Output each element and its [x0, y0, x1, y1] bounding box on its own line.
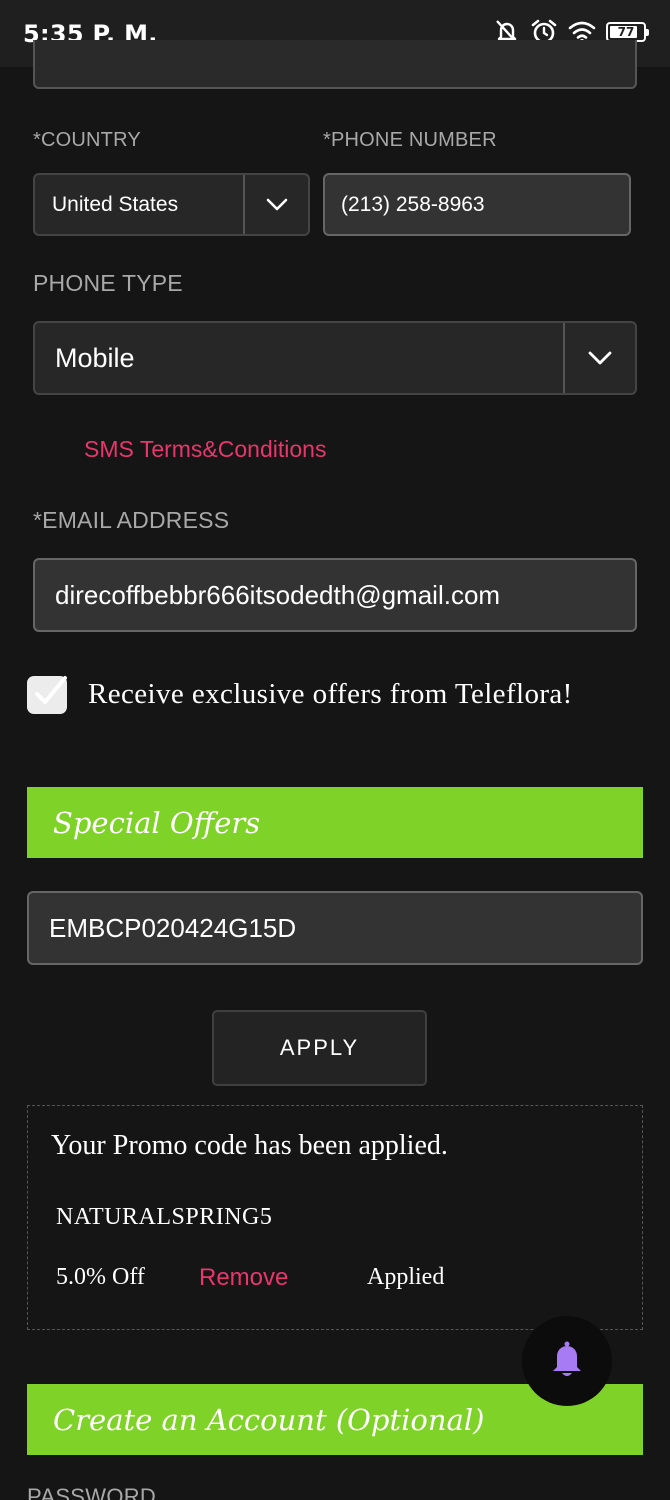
promo-discount: 5.0% Off [56, 1264, 145, 1290]
special-offers-title: Special Offers [53, 805, 261, 840]
battery-icon: 77 [606, 22, 649, 42]
phone-number-input[interactable]: (213) 258-8963 [323, 173, 631, 236]
battery-level: 77 [617, 25, 635, 39]
promo-code-name: NATURALSPRING5 [56, 1204, 273, 1230]
country-label: *COUNTRY [33, 129, 141, 151]
offers-checkbox-label: Receive exclusive offers from Teleflora! [88, 678, 573, 710]
special-offers-header: Special Offers [27, 787, 643, 858]
bell-icon [549, 1339, 585, 1384]
offers-checkbox[interactable] [27, 674, 67, 717]
promo-applied-box: Your Promo code has been applied. NATURA… [27, 1105, 643, 1330]
promo-applied-message: Your Promo code has been applied. [51, 1130, 448, 1161]
notification-bell-button[interactable] [522, 1316, 612, 1406]
country-value: United States [52, 192, 179, 216]
phone-number-label: *PHONE NUMBER [323, 129, 497, 151]
remove-promo-link[interactable]: Remove [199, 1264, 288, 1292]
country-select[interactable]: United States [33, 173, 310, 236]
phone-type-value: Mobile [55, 342, 135, 373]
address-field-partial[interactable] [33, 40, 637, 89]
sms-terms-link[interactable]: SMS Terms&Conditions [84, 436, 326, 463]
create-account-title: Create an Account (Optional) [53, 1402, 485, 1437]
email-input[interactable]: direcoffbebbr666itsodedth@gmail.com [33, 558, 637, 632]
password-label: PASSWORD [27, 1484, 157, 1500]
promo-status: Applied [367, 1264, 445, 1290]
phone-type-label: PHONE TYPE [33, 270, 183, 296]
phone-type-select[interactable]: Mobile [33, 321, 637, 395]
apply-button[interactable]: APPLY [212, 1010, 427, 1086]
chevron-down-icon[interactable] [243, 175, 308, 234]
promo-code-input[interactable]: EMBCP020424G15D [27, 891, 643, 965]
email-label: *EMAIL ADDRESS [33, 507, 230, 533]
checkmark-icon [27, 674, 67, 717]
chevron-down-icon[interactable] [563, 323, 635, 393]
